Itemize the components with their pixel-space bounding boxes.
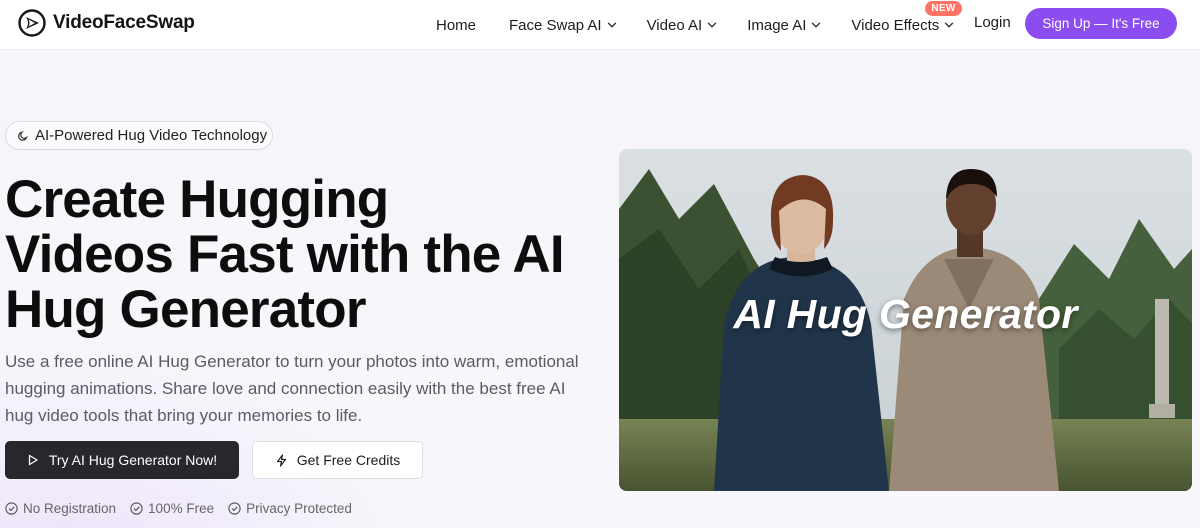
hero-title-line-2: Videos Fast with the AI — [5, 225, 565, 284]
hero-tag-text: AI-Powered Hug Video Technology — [35, 127, 268, 144]
nav-image-ai[interactable]: Image AI — [747, 17, 821, 34]
signup-button[interactable]: Sign Up — It's Free — [1025, 8, 1177, 39]
nav-face-swap-ai[interactable]: Face Swap AI — [509, 17, 617, 34]
feature-item: Privacy Protected — [228, 501, 352, 516]
feature-item: 100% Free — [130, 501, 214, 516]
check-circle-icon — [228, 502, 241, 515]
chevron-down-icon — [607, 22, 616, 28]
play-icon — [28, 454, 38, 466]
hero-title-line-1: Create Hugging — [5, 170, 389, 229]
play-logo-icon — [18, 9, 46, 37]
check-circle-icon — [5, 502, 18, 515]
hero-title: Create Hugging Videos Fast with the AI H… — [5, 172, 605, 337]
feature-label: No Registration — [23, 501, 117, 516]
nav-video-effects-label: Video Effects — [851, 16, 940, 34]
sparkle-icon — [18, 130, 28, 141]
chevron-down-icon — [812, 22, 821, 28]
new-badge: NEW — [925, 0, 962, 16]
image-overlay-title: AI Hug Generator — [733, 291, 1078, 337]
nav-video-ai[interactable]: Video AI — [647, 17, 718, 34]
lightning-icon — [276, 453, 286, 467]
nav-face-swap-label: Face Swap AI — [509, 16, 602, 34]
login-link[interactable]: Login — [974, 14, 1011, 31]
feature-list: No Registration 100% Free Privacy Protec… — [5, 501, 352, 516]
try-hug-generator-button[interactable]: Try AI Hug Generator Now! — [5, 441, 239, 479]
feature-label: 100% Free — [148, 501, 215, 516]
brand-name: VideoFaceSwap — [53, 12, 195, 33]
nav-home[interactable]: Home — [436, 17, 476, 34]
feature-item: No Registration — [5, 501, 116, 516]
nav-home-label: Home — [436, 16, 477, 34]
chevron-down-icon — [707, 22, 717, 28]
hero-description: Use a free online AI Hug Generator to tu… — [5, 352, 579, 425]
hero-tag-pill: AI-Powered Hug Video Technology — [5, 121, 273, 150]
get-free-credits-button[interactable]: Get Free Credits — [252, 441, 423, 479]
hero-preview-image: AI Hug Generator — [619, 149, 1192, 491]
brand-logo[interactable]: VideoFaceSwap — [18, 9, 195, 37]
nav-image-ai-label: Image AI — [747, 16, 807, 34]
main-nav: Home Face Swap AI Video AI Image AI Vide… — [436, 0, 962, 50]
try-hug-generator-label: Try AI Hug Generator Now! — [48, 452, 218, 468]
site-header: VideoFaceSwap Home Face Swap AI Video AI… — [0, 0, 1200, 50]
hero-title-line-3: Hug Generator — [5, 280, 366, 339]
check-circle-icon — [130, 502, 143, 515]
nav-video-effects[interactable]: Video Effects NEW — [851, 0, 962, 34]
chevron-down-icon — [945, 22, 954, 28]
nav-video-ai-label: Video AI — [646, 16, 703, 34]
get-free-credits-label: Get Free Credits — [296, 452, 401, 468]
feature-label: Privacy Protected — [246, 501, 352, 516]
